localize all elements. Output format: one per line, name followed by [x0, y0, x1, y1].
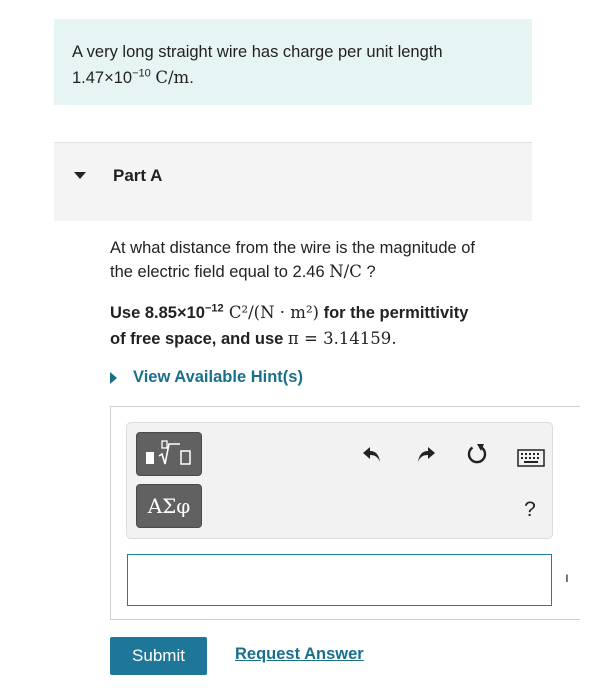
instructions-line2-prefix: of free space, and use	[110, 330, 288, 348]
templates-icon	[146, 440, 191, 465]
instructions-line1: Use 8.85×10−12 C²/(N · m²) for the permi…	[110, 300, 560, 326]
answer-input[interactable]	[127, 554, 552, 606]
units-indicator: ı	[565, 569, 569, 585]
question-line1: At what distance from the wire is the ma…	[110, 239, 476, 257]
view-hints-link[interactable]: View Available Hint(s)	[110, 368, 303, 387]
reset-button[interactable]	[462, 439, 492, 469]
charge-exponent: −10	[132, 67, 151, 80]
math-toolbar: ΑΣφ ?	[126, 422, 553, 539]
collapse-caret-icon[interactable]	[74, 172, 86, 179]
keyboard-button[interactable]	[515, 443, 547, 473]
reset-icon	[467, 444, 487, 464]
submit-button[interactable]: Submit	[110, 637, 207, 675]
pi-value: π = 3.14159	[287, 329, 392, 348]
part-a-header[interactable]: Part A	[54, 142, 532, 221]
question-text: At what distance from the wire is the ma…	[110, 236, 550, 284]
permittivity-mantissa: Use 8.85×10	[110, 304, 205, 322]
answer-area: ΑΣφ ?	[110, 406, 580, 620]
problem-intro: A very long straight wire has charge per…	[54, 19, 532, 105]
undo-button[interactable]	[357, 439, 387, 469]
view-hints-label[interactable]: View Available Hint(s)	[133, 368, 303, 387]
permittivity-exponent: −12	[204, 302, 224, 315]
help-button[interactable]: ?	[515, 495, 545, 525]
instructions-period: .	[391, 329, 397, 348]
keyboard-icon	[517, 449, 545, 467]
charge-unit: C/m	[155, 68, 190, 87]
templates-button[interactable]	[136, 432, 202, 476]
question-line2: the electric field equal to 2.46 N/C ?	[110, 260, 550, 284]
intro-period: .	[189, 69, 194, 87]
intro-charge-value: 1.47×10−10 C/m.	[72, 65, 532, 91]
redo-icon	[418, 447, 435, 462]
instructions-text: Use 8.85×10−12 C²/(N · m²) for the permi…	[110, 300, 560, 352]
undo-icon	[363, 447, 380, 462]
field-unit: N/C	[329, 262, 362, 281]
instructions-mid: for the permittivity	[319, 304, 469, 322]
request-answer-link[interactable]: Request Answer	[235, 645, 364, 664]
part-a-title: Part A	[113, 166, 163, 185]
intro-text: A very long straight wire has charge per…	[72, 43, 443, 61]
greek-symbols-button[interactable]: ΑΣφ	[136, 484, 202, 528]
redo-button[interactable]	[411, 439, 441, 469]
instructions-line2: of free space, and use π = 3.14159.	[110, 326, 560, 352]
question-line2-suffix: ?	[361, 263, 376, 281]
permittivity-unit: C²/(N · m²)	[223, 303, 319, 322]
question-line2-prefix: the electric field equal to 2.46	[110, 263, 330, 281]
expand-caret-icon	[110, 371, 117, 384]
charge-mantissa: 1.47×10	[72, 69, 133, 87]
